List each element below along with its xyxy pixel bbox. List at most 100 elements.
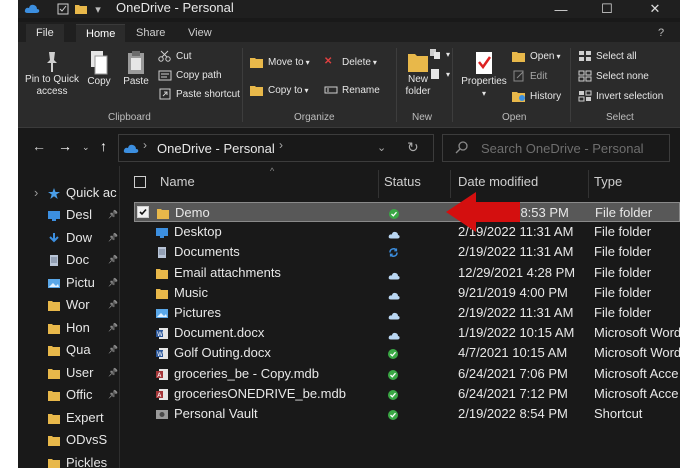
sidebar-item[interactable]: Pickles <box>48 452 119 468</box>
select-group-label: Select <box>606 112 634 123</box>
sidebar-item[interactable]: Doc 📌 <box>48 250 119 270</box>
history-button[interactable]: History <box>512 90 561 102</box>
sort-caret-icon: ^ <box>270 166 275 176</box>
cut-button[interactable]: Cut <box>158 50 192 62</box>
sidebar-item[interactable]: Qua 📌 <box>48 340 119 360</box>
status-available-icon <box>388 347 398 362</box>
select-none-button[interactable]: Select none <box>578 70 649 82</box>
copy-to-button[interactable]: Copy to ▾ <box>250 84 308 96</box>
new-folder-quick-icon[interactable] <box>74 2 88 16</box>
pin-icon: 📌 <box>108 390 118 399</box>
refresh-icon[interactable]: ↻ <box>407 139 419 156</box>
invert-selection-icon <box>578 90 592 102</box>
help-icon[interactable]: ? <box>648 24 674 42</box>
file-row[interactable]: Personal Vault 2/19/2022 8:54 PM Shortcut <box>134 404 680 424</box>
new-item-button[interactable]: ▾ <box>428 48 450 60</box>
folder-icon <box>48 344 60 356</box>
delete-button[interactable]: ✕ Delete ▾ <box>324 56 377 68</box>
recent-locations-chevron-icon[interactable]: ⌄ <box>82 142 90 153</box>
easy-access-button[interactable]: ▾ <box>428 68 450 80</box>
file-type: File folder <box>594 264 652 280</box>
sidebar-item[interactable]: Pictu 📌 <box>48 272 119 292</box>
sidebar-item[interactable]: Expert <box>48 407 119 427</box>
file-row[interactable]: Demo2/19/2022 8:53 PMFile folder <box>134 202 680 222</box>
sidebar-item[interactable]: Hon 📌 <box>48 317 119 337</box>
file-row[interactable]: Desktop 2/19/2022 11:31 AM File folder <box>134 222 680 242</box>
copy-to-label: Copy to <box>268 84 303 96</box>
sidebar-item[interactable]: ODvsS <box>48 430 119 450</box>
paste-button[interactable]: Paste <box>120 50 152 88</box>
file-row[interactable]: W Document.docx 1/19/2022 10:15 AM Microsof… <box>134 323 680 343</box>
forward-arrow-icon[interactable]: → <box>58 138 72 154</box>
copy-path-button[interactable]: Copy path <box>158 69 222 81</box>
properties-quick-icon[interactable] <box>56 2 70 16</box>
column-header-type[interactable]: Type <box>594 174 622 189</box>
ribbon-divider <box>570 48 571 122</box>
up-arrow-icon[interactable]: ↑ <box>100 138 107 154</box>
tab-share[interactable]: Share <box>126 24 175 42</box>
address-bar[interactable]: › OneDrive - Personal › ⌄ ↻ <box>118 134 434 162</box>
address-dropdown-icon[interactable]: ⌄ <box>377 141 386 154</box>
tab-home[interactable]: Home <box>76 24 126 42</box>
open-button[interactable]: Open ▾ <box>512 50 560 62</box>
breadcrumb-chevron-icon[interactable]: › <box>279 138 283 152</box>
column-header-date[interactable]: Date modified <box>458 174 538 189</box>
breadcrumb-chevron-icon[interactable]: › <box>143 138 147 152</box>
file-row[interactable]: Agroceries_be - Copy.mdb 6/24/2021 7:06 P… <box>134 364 680 384</box>
status-available-icon <box>388 368 398 383</box>
maximize-button[interactable]: ☐ <box>584 0 630 18</box>
tab-file[interactable]: File <box>26 24 64 42</box>
file-name: Email attachments <box>174 264 281 280</box>
new-item-icon <box>428 48 442 60</box>
sidebar-item-label: Wor <box>66 297 90 312</box>
ribbon: Pin to Quick access Copy Paste Cut Copy … <box>18 42 680 128</box>
edit-button[interactable]: Edit <box>512 70 547 82</box>
column-divider[interactable] <box>378 170 379 198</box>
file-row[interactable]: AgroceriesONEDRIVE_be.mdb 6/24/2021 7:12 … <box>134 384 680 404</box>
invert-selection-button[interactable]: Invert selection <box>578 90 663 102</box>
row-checkbox[interactable] <box>137 206 149 218</box>
select-all-checkbox[interactable] <box>134 176 146 188</box>
copy-button[interactable]: Copy <box>84 50 114 88</box>
file-name: Golf Outing.docx <box>174 345 271 361</box>
folder-icon <box>48 299 60 311</box>
copy-to-icon <box>250 84 264 96</box>
quick-access-toolbar-dropdown-icon[interactable]: ▾ <box>92 2 104 16</box>
file-type: Microsoft Word <box>594 345 680 361</box>
column-header-status[interactable]: Status <box>384 174 421 189</box>
folder-icon <box>48 457 60 468</box>
rename-button[interactable]: Rename <box>324 84 380 96</box>
breadcrumb-current[interactable]: OneDrive - Personal <box>157 141 275 156</box>
paste-shortcut-button[interactable]: Paste shortcut <box>158 88 240 100</box>
sidebar-item-label: ODvsS <box>66 432 108 447</box>
sidebar-item[interactable]: Dow 📌 <box>48 227 119 247</box>
sidebar-item[interactable]: › Quick ac <box>34 182 119 202</box>
sidebar-item-label: Pictu <box>66 274 95 290</box>
file-row[interactable]: Email attachments 12/29/2021 4:28 PM File … <box>134 263 680 283</box>
sidebar-item[interactable]: Wor 📌 <box>48 295 119 315</box>
select-all-button[interactable]: Select all <box>578 50 637 62</box>
file-row[interactable]: W Golf Outing.docx 4/7/2021 10:15 AM Micros… <box>134 343 680 363</box>
file-row[interactable]: Music 9/21/2019 4:00 PM File folder <box>134 283 680 303</box>
back-arrow-icon[interactable]: ← <box>32 138 46 154</box>
tab-view[interactable]: View <box>178 24 222 42</box>
search-input[interactable]: Search OneDrive - Personal <box>442 134 670 162</box>
minimize-button[interactable]: — <box>538 0 584 18</box>
pin-icon: 📌 <box>108 255 118 264</box>
close-button[interactable]: ✕ <box>632 0 678 18</box>
sidebar-item[interactable]: Desl 📌 <box>48 205 119 225</box>
properties-button[interactable]: Properties ▾ <box>458 50 510 100</box>
move-to-button[interactable]: Move to ▾ <box>250 56 310 68</box>
column-divider[interactable] <box>588 170 589 198</box>
column-header-name[interactable]: Name <box>160 174 195 189</box>
paste-icon <box>128 51 144 74</box>
sidebar-item[interactable]: User 📌 <box>48 362 119 382</box>
sidebar-item[interactable]: Offic 📌 <box>48 385 119 405</box>
file-row[interactable]: Pictures 2/19/2022 11:31 AM File folder <box>134 303 680 323</box>
expand-chevron-icon[interactable]: › <box>34 185 38 200</box>
file-row[interactable]: Documents 2/19/2022 11:31 AM File folder <box>134 242 680 262</box>
move-to-dropdown-icon: ▾ <box>305 57 310 67</box>
desktop-icon <box>48 209 60 221</box>
pin-icon: 📌 <box>108 300 118 309</box>
pin-to-quick-access-button[interactable]: Pin to Quick access <box>22 50 82 98</box>
